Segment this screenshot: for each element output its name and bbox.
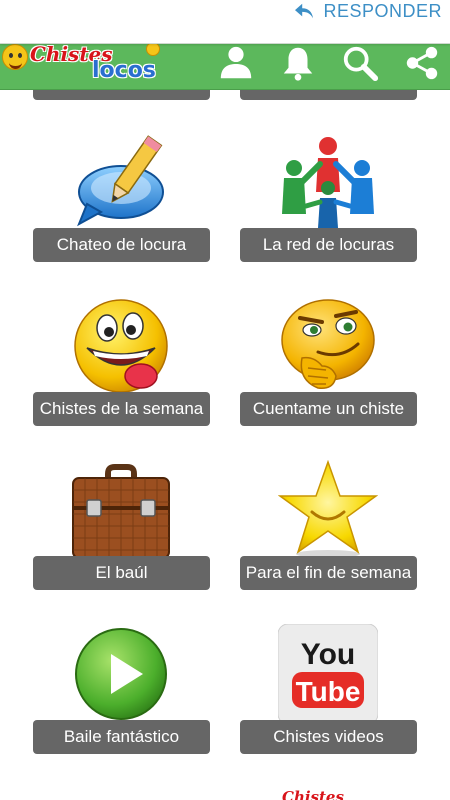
share-icon	[406, 46, 438, 80]
search-icon	[343, 46, 379, 82]
user-icon	[220, 46, 252, 79]
menu-tile-label: Chistes videos	[240, 720, 417, 754]
reply-button[interactable]: RESPONDER	[293, 0, 442, 22]
logo-face-icon	[2, 44, 28, 70]
app-header: Chistes locos	[0, 40, 450, 90]
menu-tile-dance[interactable]: Baile fantástico	[33, 624, 210, 789]
logo-small-face-icon	[146, 42, 160, 56]
profile-button[interactable]	[216, 43, 256, 83]
svg-text:You: You	[301, 638, 355, 671]
menu-tile-chat[interactable]: Chateo de locura	[33, 132, 210, 297]
menu-grid: Chateo de locura La red de locuras Chist…	[0, 90, 450, 800]
bell-icon	[283, 47, 313, 81]
menu-tile-label: Cuentame un chiste	[240, 392, 417, 426]
people-network-icon	[282, 137, 374, 228]
previous-row-label-left[interactable]	[33, 90, 210, 100]
play-icon	[75, 628, 167, 720]
chat-pencil-icon	[77, 135, 164, 227]
menu-tile-weekend[interactable]: Para el fin de semana	[240, 460, 417, 625]
youtube-icon: You Tube	[278, 624, 378, 724]
smirking-emoji-icon	[281, 299, 375, 389]
previous-row-label-right[interactable]	[240, 90, 417, 100]
reply-bar: RESPONDER	[0, 0, 450, 44]
menu-tile-weekly-jokes[interactable]: Chistes de la semana	[33, 296, 210, 461]
search-button[interactable]	[340, 43, 380, 83]
menu-tile-videos[interactable]: You Tube Chistes videos	[240, 624, 417, 789]
briefcase-icon	[72, 464, 170, 559]
menu-tile-label: Baile fantástico	[33, 720, 210, 754]
laughing-emoji-icon	[74, 299, 168, 393]
menu-tile-label: La red de locuras	[240, 228, 417, 262]
menu-tile-label: Para el fin de semana	[240, 556, 417, 590]
menu-tile-label: Chistes de la semana	[33, 392, 210, 426]
reply-arrow-icon	[295, 3, 314, 19]
menu-tile-tell-joke[interactable]: Cuentame un chiste	[240, 296, 417, 461]
next-row-logo: Chistes	[282, 788, 344, 800]
notifications-button[interactable]	[278, 43, 318, 83]
menu-tile-label: El baúl	[33, 556, 210, 590]
menu-tile-trunk[interactable]: El baúl	[33, 460, 210, 625]
logo-text-locos: locos	[92, 58, 156, 83]
menu-tile-network[interactable]: La red de locuras	[240, 132, 417, 297]
menu-tile-label: Chateo de locura	[33, 228, 210, 262]
share-button[interactable]	[402, 43, 442, 83]
svg-text:Tube: Tube	[296, 676, 361, 707]
reply-label: RESPONDER	[323, 0, 442, 21]
app-logo[interactable]: Chistes locos	[0, 40, 170, 90]
star-icon	[278, 460, 378, 558]
